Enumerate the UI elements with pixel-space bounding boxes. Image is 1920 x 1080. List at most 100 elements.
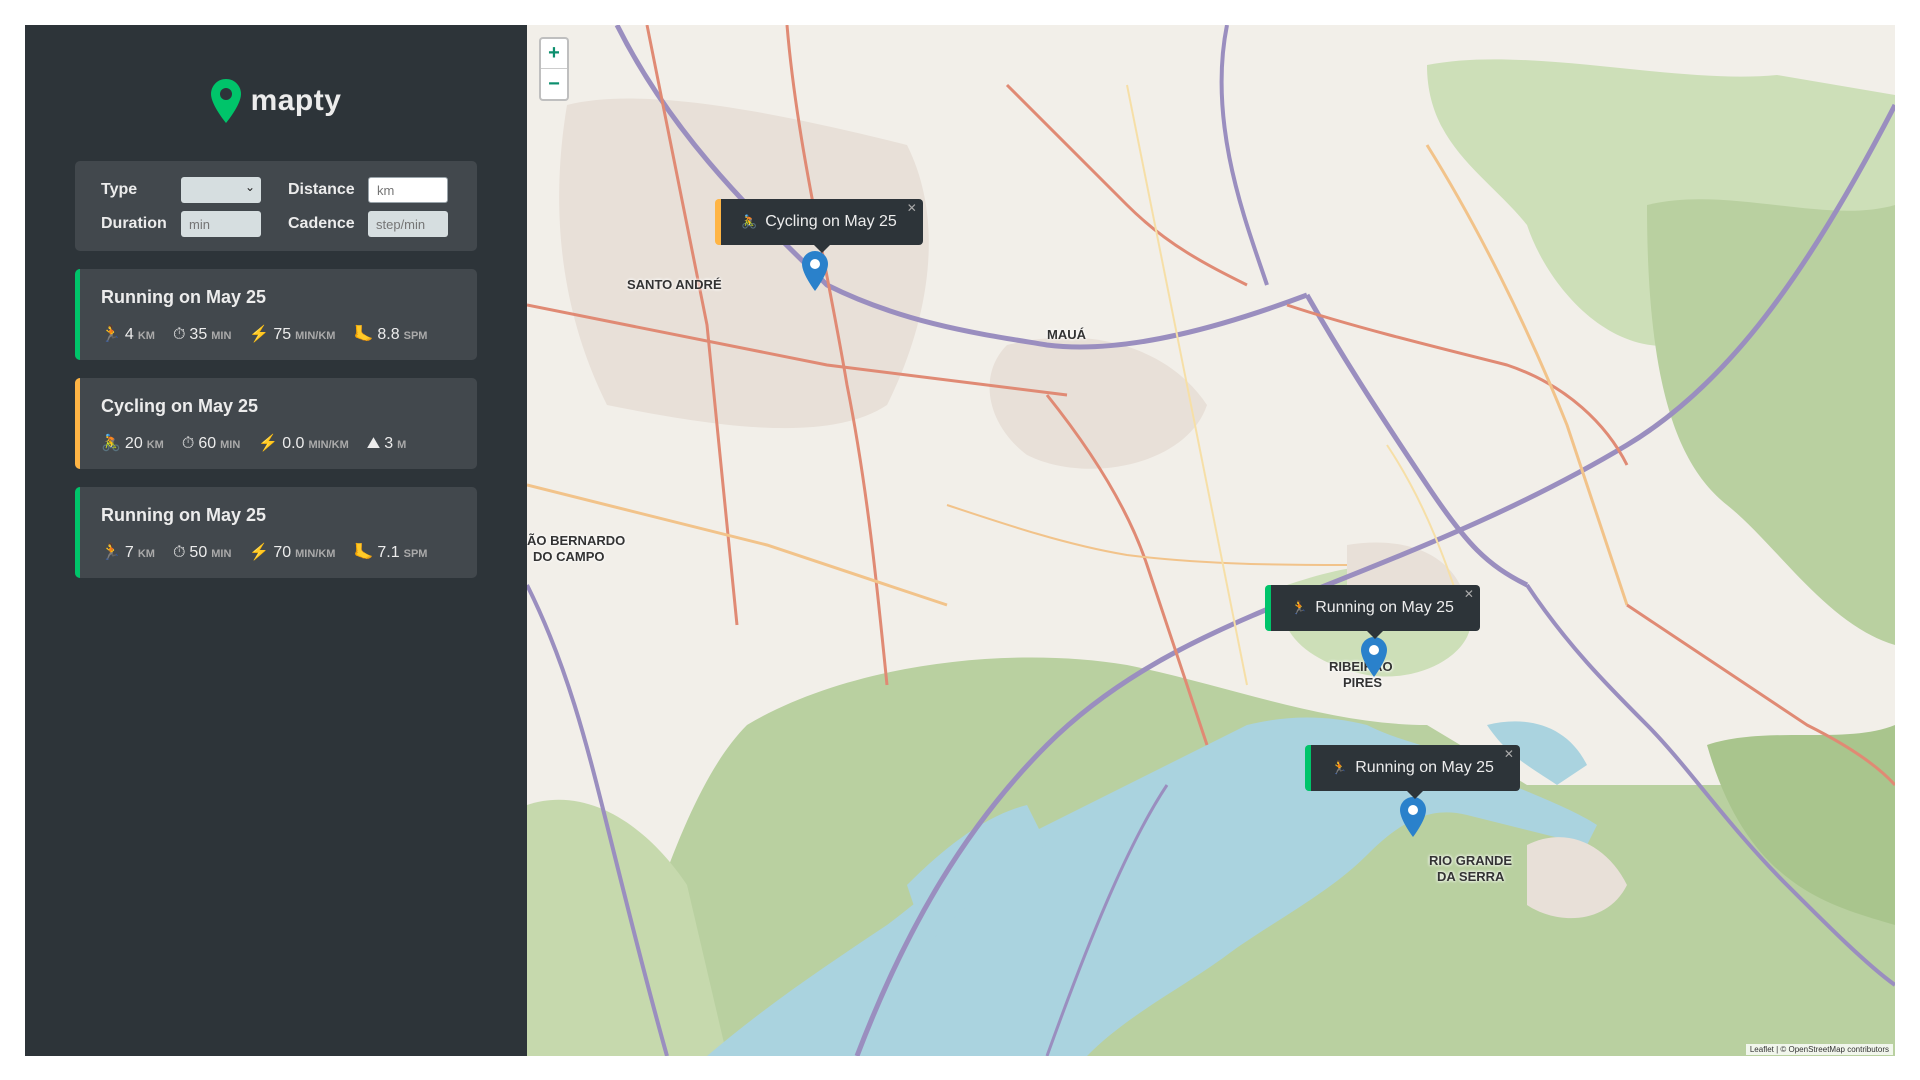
distance-unit: km: [146, 439, 164, 451]
app-container: mapty Type ⌄ Distance Duration Cadence: [25, 25, 1895, 1056]
logo: mapty: [75, 79, 477, 123]
map-marker-icon[interactable]: [802, 251, 828, 291]
bicycle-icon: 🚴: [741, 214, 758, 229]
cadence-value: 8.8: [377, 326, 400, 343]
workout-duration: ⏱ 35 min: [173, 326, 231, 344]
mountain-icon: ⛰: [366, 435, 381, 452]
workout-item[interactable]: Running on May 25 🏃 7 km ⏱ 50 min ⚡ 70 min/km …: [75, 487, 477, 578]
map-label-santo-andre: SANTO ANDRÉ: [627, 277, 722, 292]
workout-cadence: 🦶 7.1 spm: [353, 544, 427, 562]
pace-value: 70: [273, 544, 292, 561]
workout-distance: 🏃 7 km: [101, 544, 155, 562]
lightning-icon: ⚡: [249, 326, 270, 343]
popup-text: Cycling on May 25: [765, 213, 897, 230]
cadence-unit: spm: [403, 330, 428, 342]
bicycle-icon: 🚴: [101, 435, 121, 452]
close-icon[interactable]: ✕: [1504, 747, 1514, 761]
cadence-unit: spm: [403, 548, 428, 560]
map[interactable]: + − SANTO ANDRÉ MAUÁ ÃO BERNARDO DO CAMP…: [527, 25, 1895, 1056]
logo-text: mapty: [250, 84, 342, 117]
elevation-unit: m: [397, 439, 407, 451]
duration-label: Duration: [101, 215, 167, 232]
map-label-ribeirao-2: PIRES: [1343, 675, 1383, 690]
duration-value: 35: [189, 326, 208, 343]
workout-form: Type ⌄ Distance Duration Cadence: [75, 161, 477, 251]
form-row-distance: Distance: [288, 177, 451, 203]
runner-icon: 🏃: [101, 544, 121, 561]
pace-unit: min/km: [295, 330, 336, 342]
popup-text: Running on May 25: [1355, 759, 1494, 776]
speed-unit: min/km: [308, 439, 349, 451]
map-pin-logo-icon: [210, 79, 241, 123]
map-label-rio-grande-2: DA SERRA: [1437, 869, 1505, 884]
workout-popup[interactable]: 🚴 Cycling on May 25 ✕: [715, 199, 923, 253]
duration-input[interactable]: [181, 211, 261, 237]
workout-title: Running on May 25: [101, 287, 267, 307]
workout-pace: ⚡ 70 min/km: [249, 544, 335, 562]
workout-details: 🏃 7 km ⏱ 50 min ⚡ 70 min/km 🦶 7.1 spm: [101, 544, 451, 562]
foot-icon: 🦶: [353, 544, 374, 561]
lightning-icon: ⚡: [258, 435, 279, 452]
zoom-in-button[interactable]: +: [541, 39, 567, 69]
workout-duration: ⏱ 60 min: [182, 435, 240, 453]
close-icon[interactable]: ✕: [1464, 587, 1474, 601]
map-attribution[interactable]: Leaflet | © OpenStreetMap contributors: [1745, 1044, 1893, 1055]
workout-item[interactable]: Running on May 25 🏃 4 km ⏱ 35 min ⚡ 75 min/km …: [75, 269, 477, 360]
map-label-sbc-2: DO CAMPO: [533, 549, 605, 564]
workout-details: 🏃 4 km ⏱ 35 min ⚡ 75 min/km 🦶 8.8 spm: [101, 326, 451, 344]
runner-icon: 🏃: [1331, 760, 1348, 775]
distance-label: Distance: [288, 181, 355, 198]
map-marker-icon[interactable]: [1361, 637, 1387, 677]
workout-pace: ⚡ 75 min/km: [249, 326, 335, 344]
zoom-control: + −: [539, 37, 569, 101]
cadence-input[interactable]: [368, 211, 448, 237]
distance-value: 4: [124, 326, 134, 343]
map-label-rio-grande-1: RIO GRANDE: [1429, 853, 1513, 868]
workout-distance: 🚴 20 km: [101, 435, 164, 453]
map-tiles: [527, 25, 1895, 1056]
pace-value: 75: [273, 326, 292, 343]
sidebar: mapty Type ⌄ Distance Duration Cadence: [25, 25, 527, 1056]
pace-unit: min/km: [295, 548, 336, 560]
form-row-cadence: Cadence: [288, 211, 451, 237]
cadence-value: 7.1: [377, 544, 400, 561]
foot-icon: 🦶: [353, 326, 374, 343]
map-label-sbc-1: ÃO BERNARDO: [527, 533, 626, 548]
elevation-value: 3: [384, 435, 394, 452]
distance-unit: km: [137, 548, 155, 560]
type-label: Type: [101, 181, 138, 198]
lightning-icon: ⚡: [249, 544, 270, 561]
duration-unit: min: [211, 548, 232, 560]
workout-duration: ⏱ 50 min: [173, 544, 231, 562]
speed-value: 0.0: [282, 435, 305, 452]
type-select[interactable]: ⌄: [181, 177, 261, 203]
workout-speed: ⚡ 0.0 min/km: [258, 435, 349, 453]
distance-input[interactable]: [368, 177, 448, 203]
form-row-type: Type ⌄: [101, 177, 264, 203]
map-marker-icon[interactable]: [1400, 797, 1426, 837]
duration-value: 60: [198, 435, 217, 452]
close-icon[interactable]: ✕: [907, 201, 917, 215]
workout-distance: 🏃 4 km: [101, 326, 155, 344]
distance-value: 7: [124, 544, 134, 561]
workout-popup[interactable]: 🏃 Running on May 25 ✕: [1265, 585, 1480, 639]
distance-unit: km: [137, 330, 155, 342]
popup-text: Running on May 25: [1315, 599, 1454, 616]
workout-title: Cycling on May 25: [101, 396, 259, 416]
cadence-label: Cadence: [288, 215, 355, 232]
runner-icon: 🏃: [101, 326, 121, 343]
workout-popup[interactable]: 🏃 Running on May 25 ✕: [1305, 745, 1520, 799]
workout-elevation: ⛰ 3 m: [367, 435, 407, 453]
workout-item[interactable]: Cycling on May 25 🚴 20 km ⏱ 60 min ⚡ 0.0 min/k…: [75, 378, 477, 469]
workout-cadence: 🦶 8.8 spm: [353, 326, 427, 344]
form-row-duration: Duration: [101, 211, 264, 237]
workout-details: 🚴 20 km ⏱ 60 min ⚡ 0.0 min/km ⛰ 3 m: [101, 435, 451, 453]
stopwatch-icon: ⏱: [172, 326, 186, 343]
map-label-maua: MAUÁ: [1047, 327, 1086, 342]
chevron-down-icon: ⌄: [244, 180, 255, 194]
runner-icon: 🏃: [1291, 600, 1308, 615]
duration-unit: min: [211, 330, 232, 342]
stopwatch-icon: ⏱: [172, 544, 186, 561]
workout-title: Running on May 25: [101, 505, 267, 525]
zoom-out-button[interactable]: −: [541, 69, 567, 99]
